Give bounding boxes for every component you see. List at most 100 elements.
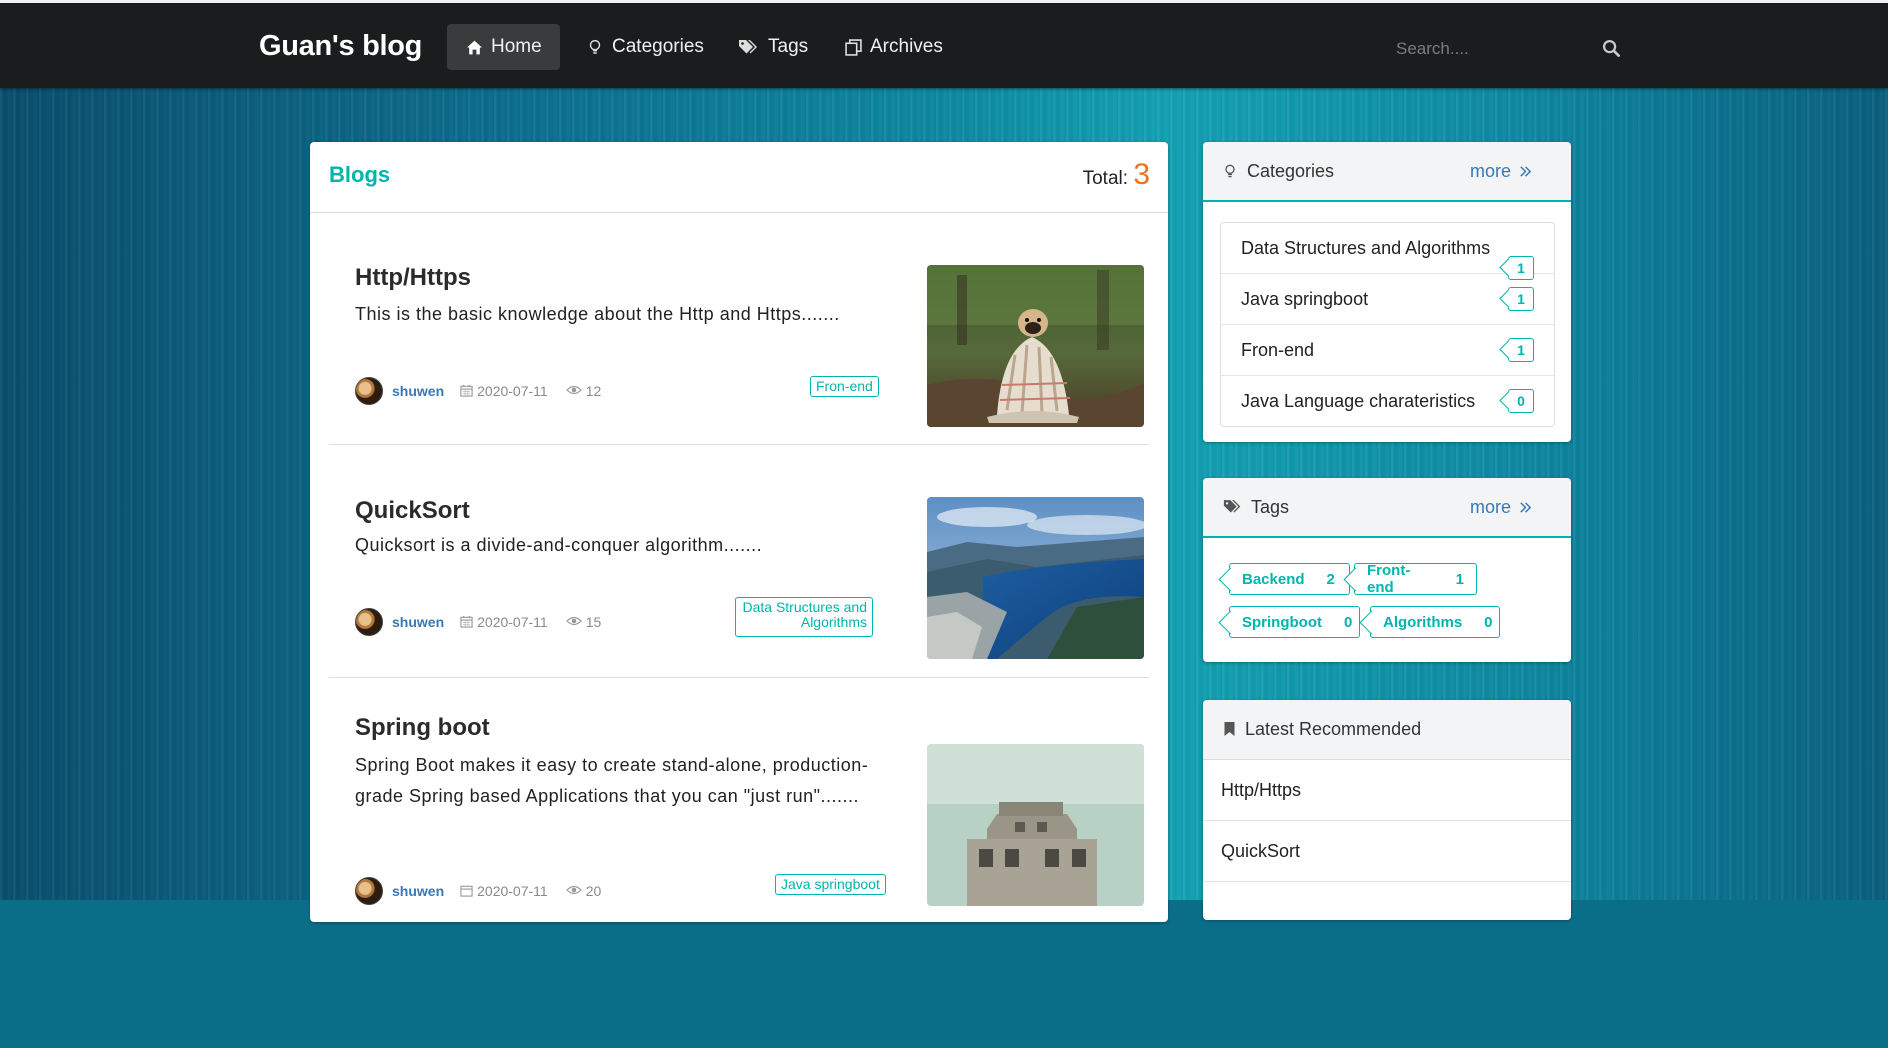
tags-card-title: Tags <box>1223 497 1289 518</box>
post-title[interactable]: QuickSort <box>355 497 470 525</box>
author-name[interactable]: shuwen <box>392 614 444 630</box>
total-count: 3 <box>1133 158 1150 191</box>
category-count-badge: 1 <box>1508 287 1534 311</box>
more-label: more <box>1469 497 1511 517</box>
nav-categories[interactable]: Categories <box>568 24 722 70</box>
blogs-panel: Blogs Total: 3 Http/Https This is the ba… <box>310 142 1168 922</box>
categories-card: Categories more Data Structures and Algo… <box>1203 142 1571 442</box>
lightbulb-icon <box>586 38 604 56</box>
post-views: 12 <box>585 383 602 399</box>
nav-archives-label: Archives <box>870 36 943 57</box>
tag-name: Algorithms <box>1383 613 1463 631</box>
blogs-header: Blogs Total: 3 <box>310 142 1168 213</box>
tag-count: 0 <box>1343 613 1353 631</box>
category-count-badge: 1 <box>1508 338 1534 362</box>
tag-count: 0 <box>1484 613 1493 631</box>
calendar-icon <box>460 884 474 898</box>
tag-chip[interactable]: Backend 2 <box>1229 563 1350 595</box>
recommended-item[interactable]: QuickSort <box>1203 821 1571 882</box>
more-label: more <box>1469 161 1511 181</box>
recommended-item[interactable]: Http/Https <box>1203 760 1571 821</box>
category-count-badge: 0 <box>1508 389 1534 413</box>
post-description: Quicksort is a divide-and-conquer algori… <box>355 535 763 555</box>
post-thumbnail[interactable] <box>927 497 1144 659</box>
site-brand[interactable]: Guan's blog <box>259 30 422 63</box>
nav-home-label: Home <box>491 36 542 57</box>
recommended-item-title: QuickSort <box>1221 841 1301 861</box>
post-thumbnail[interactable] <box>927 265 1144 427</box>
recommended-title-text: Latest Recommended <box>1245 719 1422 739</box>
categories-more-link[interactable]: more <box>1470 161 1533 182</box>
tag-name: Springboot <box>1242 613 1322 631</box>
post-description: This is the basic knowledge about the Ht… <box>355 304 840 324</box>
category-name: Fron-end <box>1241 340 1315 360</box>
eye-icon <box>565 384 583 398</box>
post-title[interactable]: Http/Https <box>355 264 471 292</box>
author-name[interactable]: shuwen <box>392 383 444 399</box>
eye-icon <box>565 884 583 898</box>
author-avatar[interactable] <box>355 377 383 405</box>
post-category-label[interactable]: Java springboot <box>775 874 886 895</box>
calendar-icon <box>460 615 474 629</box>
post-meta: shuwen 2020-07-11 15 <box>355 608 601 636</box>
recommended-item-title: Http/Https <box>1221 780 1302 800</box>
nav-archives[interactable]: Archives <box>826 24 961 70</box>
recommended-card-title: Latest Recommended <box>1223 719 1421 740</box>
category-name: Java Language charateristics <box>1241 391 1476 411</box>
category-item[interactable]: Fron-end 1 <box>1221 325 1554 376</box>
nav-home[interactable]: Home <box>447 24 560 70</box>
post-date: 2020-07-11 <box>477 383 548 399</box>
search-input[interactable] <box>1384 39 1608 59</box>
bookmark-icon <box>1223 721 1239 739</box>
categories-card-header: Categories more <box>1203 142 1571 202</box>
post-thumbnail[interactable] <box>927 886 1144 1048</box>
category-item[interactable]: Java springboot 1 <box>1221 274 1554 325</box>
tag-chip[interactable]: Algorithms 0 <box>1370 606 1500 638</box>
recommended-card-header: Latest Recommended <box>1203 700 1571 760</box>
search-box <box>1384 27 1640 71</box>
category-item[interactable]: Java Language charateristics 0 <box>1221 376 1554 426</box>
search-icon[interactable] <box>1602 39 1622 59</box>
tags-icon <box>1223 499 1245 517</box>
categories-list: Data Structures and Algorithms 1 Java sp… <box>1220 222 1555 427</box>
post-category-label[interactable]: Fron-end <box>810 376 879 397</box>
categories-title-text: Categories <box>1247 161 1335 181</box>
post-meta: shuwen 2020-07-11 12 <box>355 377 601 405</box>
post-views: 15 <box>585 614 602 630</box>
category-name: Java springboot <box>1241 289 1369 309</box>
post-title[interactable]: Spring boot <box>355 714 490 742</box>
blog-post: Http/Https This is the basic knowledge a… <box>329 213 1149 445</box>
nav-tags-label: Tags <box>768 36 809 57</box>
double-chevron-right-icon <box>1519 501 1533 515</box>
blogs-title: Blogs <box>329 162 391 187</box>
post-views: 20 <box>585 883 602 899</box>
eye-icon <box>565 615 583 629</box>
tag-chip[interactable]: Front-end 1 <box>1354 562 1477 596</box>
home-icon <box>465 38 483 56</box>
post-description: Spring Boot makes it easy to create stan… <box>355 755 869 806</box>
double-chevron-right-icon <box>1519 165 1533 179</box>
author-avatar[interactable] <box>355 877 383 905</box>
author-avatar[interactable] <box>355 608 383 636</box>
tags-more-link[interactable]: more <box>1470 497 1533 518</box>
post-date: 2020-07-11 <box>477 614 548 630</box>
tags-card: Tags more Backend 2 Front-end 1 Springbo… <box>1203 478 1571 662</box>
post-category-label[interactable]: Data Structures and Algorithms <box>735 597 873 637</box>
post-thumbnail[interactable] <box>927 744 1144 906</box>
tags-title-text: Tags <box>1251 497 1290 517</box>
tags-icon <box>738 38 760 56</box>
tag-name: Front-end <box>1367 562 1411 596</box>
blog-post: QuickSort Quicksort is a divide-and-conq… <box>329 445 1149 678</box>
tags-card-header: Tags more <box>1203 478 1571 538</box>
author-name[interactable]: shuwen <box>392 883 444 899</box>
nav-tags[interactable]: Tags <box>720 24 826 70</box>
category-item[interactable]: Data Structures and Algorithms 1 <box>1221 223 1554 280</box>
post-meta: shuwen 2020-07-11 20 <box>355 877 601 905</box>
categories-card-title: Categories <box>1223 161 1334 182</box>
tag-count: 1 <box>1455 570 1464 588</box>
top-navbar: Guan's blog Home Categories Tags Archive… <box>0 0 1888 88</box>
total-label: Total: <box>1082 168 1129 189</box>
nav-categories-label: Categories <box>612 36 704 57</box>
blogs-total: Total: 3 <box>1083 158 1150 192</box>
tag-chip[interactable]: Springboot 0 <box>1229 606 1360 638</box>
